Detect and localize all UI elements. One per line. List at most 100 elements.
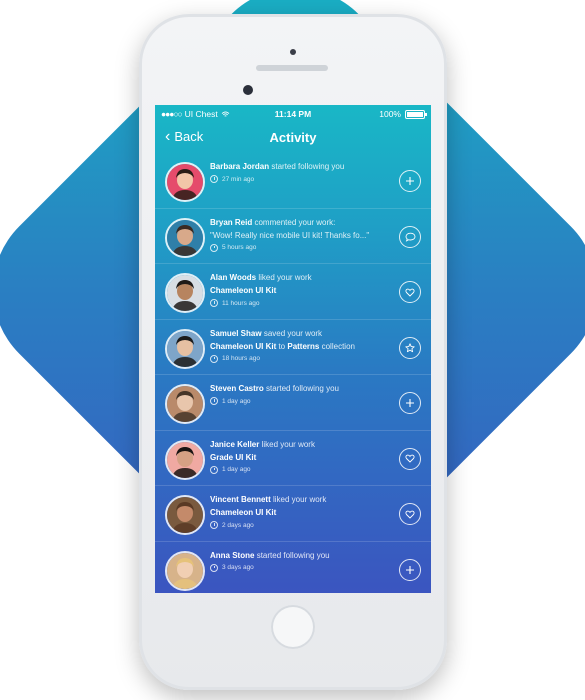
clock-icon — [210, 354, 218, 363]
plus-button[interactable] — [399, 392, 421, 414]
time-label: 27 min ago — [222, 175, 255, 183]
avatar[interactable] — [165, 550, 205, 591]
work-link: "Wow! Really nice mobile UI kit! Thanks … — [210, 230, 370, 240]
activity-time: 1 day ago — [210, 397, 392, 405]
plus-icon — [405, 176, 415, 186]
time-label: 3 days ago — [222, 564, 254, 571]
work-link[interactable]: Chameleon UI Kit — [210, 342, 276, 351]
work-link[interactable]: Chameleon UI Kit — [210, 508, 276, 517]
plus-icon — [405, 565, 415, 575]
avatar[interactable] — [165, 495, 205, 535]
activity-summary: Bryan Reid commented your work: — [210, 218, 392, 227]
user-name[interactable]: Barbara Jordan — [210, 162, 269, 171]
activity-detail: Chameleon UI Kit — [210, 286, 392, 295]
avatar[interactable] — [165, 273, 205, 313]
time-label: 18 hours ago — [222, 355, 260, 362]
activity-detail: Chameleon UI Kit — [210, 508, 392, 517]
activity-time: 2 days ago — [210, 521, 392, 529]
clock-icon — [210, 521, 218, 529]
sensor — [290, 49, 296, 55]
activity-action: started following you — [256, 550, 330, 560]
activity-time: 18 hours ago — [210, 354, 392, 363]
comment-button[interactable] — [399, 225, 421, 248]
screen: ●●●○○ UI Chest 11:14 PM 100% ‹ Back Acti… — [155, 105, 431, 593]
activity-summary: Janice Keller liked your work — [210, 440, 392, 449]
page-title: Activity — [269, 130, 317, 145]
activity-time: 11 hours ago — [210, 299, 392, 307]
work-link[interactable]: Chameleon UI Kit — [210, 286, 276, 295]
list-item[interactable]: Steven Castro started following you 1 da… — [155, 375, 431, 431]
heart-button[interactable] — [399, 281, 421, 303]
activity-summary: Steven Castro started following you — [210, 384, 392, 393]
work-link[interactable]: Grade UI Kit — [210, 453, 256, 462]
activity-time: 5 hours ago — [210, 243, 392, 252]
clock-icon — [210, 175, 218, 183]
avatar[interactable] — [165, 162, 205, 202]
avatar[interactable] — [165, 439, 205, 480]
clock-icon — [210, 563, 218, 572]
user-name[interactable]: Samuel Shaw — [210, 329, 262, 338]
user-name[interactable]: Vincent Bennett — [210, 495, 271, 504]
user-name[interactable]: Bryan Reid — [210, 218, 252, 227]
activity-summary: Samuel Shaw saved your work — [210, 329, 392, 338]
avatar[interactable] — [165, 217, 205, 258]
activity-action: started following you — [266, 384, 339, 393]
activity-list: Barbara Jordan started following you 27 … — [155, 153, 431, 593]
heart-button[interactable] — [399, 447, 421, 470]
detail-connector: to — [276, 341, 288, 351]
list-item[interactable]: Bryan Reid commented your work: "Wow! Re… — [155, 209, 431, 264]
clock-icon — [210, 465, 218, 474]
time-label: 5 hours ago — [222, 244, 257, 251]
star-icon — [405, 342, 415, 353]
clock-icon — [210, 243, 218, 252]
list-item[interactable]: Janice Keller liked your work Grade UI K… — [155, 431, 431, 486]
activity-action: liked your work — [258, 273, 312, 282]
heart-button[interactable] — [399, 503, 421, 525]
time-label: 1 day ago — [222, 466, 251, 473]
user-name[interactable]: Alan Woods — [210, 273, 256, 282]
collection-link[interactable]: Patterns — [287, 342, 319, 351]
activity-action: started following you — [271, 162, 345, 171]
list-item[interactable]: Alan Woods liked your work Chameleon UI … — [155, 264, 431, 320]
clock-icon — [210, 299, 218, 307]
time-label: 2 days ago — [222, 521, 254, 529]
battery-percent: 100% — [379, 109, 401, 119]
activity-time: 1 day ago — [210, 465, 392, 474]
activity-summary: Vincent Bennett liked your work — [210, 495, 392, 504]
plus-icon — [405, 398, 415, 408]
activity-time: 27 min ago — [210, 175, 392, 183]
heart-icon — [405, 454, 415, 463]
comment-icon — [405, 232, 416, 242]
home-button[interactable] — [271, 605, 315, 649]
user-name[interactable]: Janice Keller — [210, 440, 259, 449]
list-item[interactable]: Anna Stone started following you 3 days … — [155, 542, 431, 594]
avatar[interactable] — [165, 328, 205, 369]
time-label: 1 day ago — [222, 397, 251, 405]
activity-action: saved your work — [263, 328, 323, 338]
detail-suffix: collection — [321, 341, 355, 351]
activity-action: commented your work: — [254, 217, 336, 227]
heart-icon — [405, 288, 415, 297]
front-camera — [243, 85, 253, 95]
avatar[interactable] — [165, 384, 205, 424]
status-bar: ●●●○○ UI Chest 11:14 PM 100% — [155, 105, 431, 123]
star-button[interactable] — [399, 336, 421, 359]
time-label: 11 hours ago — [222, 299, 260, 307]
activity-time: 3 days ago — [210, 563, 392, 572]
plus-button[interactable] — [399, 170, 421, 192]
clock-icon — [210, 397, 218, 405]
activity-detail: Chameleon UI Kit to Patterns collection — [210, 342, 392, 351]
user-name[interactable]: Steven Castro — [210, 384, 264, 393]
nav-bar: ‹ Back Activity — [155, 123, 431, 153]
activity-action: liked your work — [272, 495, 327, 504]
activity-summary: Barbara Jordan started following you — [210, 162, 392, 171]
plus-button[interactable] — [399, 558, 421, 581]
activity-detail: Grade UI Kit — [210, 453, 392, 462]
activity-action: liked your work — [261, 439, 315, 449]
list-item[interactable]: Vincent Bennett liked your work Chameleo… — [155, 486, 431, 542]
user-name[interactable]: Anna Stone — [210, 551, 254, 560]
list-item[interactable]: Samuel Shaw saved your work Chameleon UI… — [155, 320, 431, 375]
activity-summary: Anna Stone started following you — [210, 551, 392, 560]
activity-detail: "Wow! Really nice mobile UI kit! Thanks … — [210, 231, 392, 240]
list-item[interactable]: Barbara Jordan started following you 27 … — [155, 153, 431, 209]
